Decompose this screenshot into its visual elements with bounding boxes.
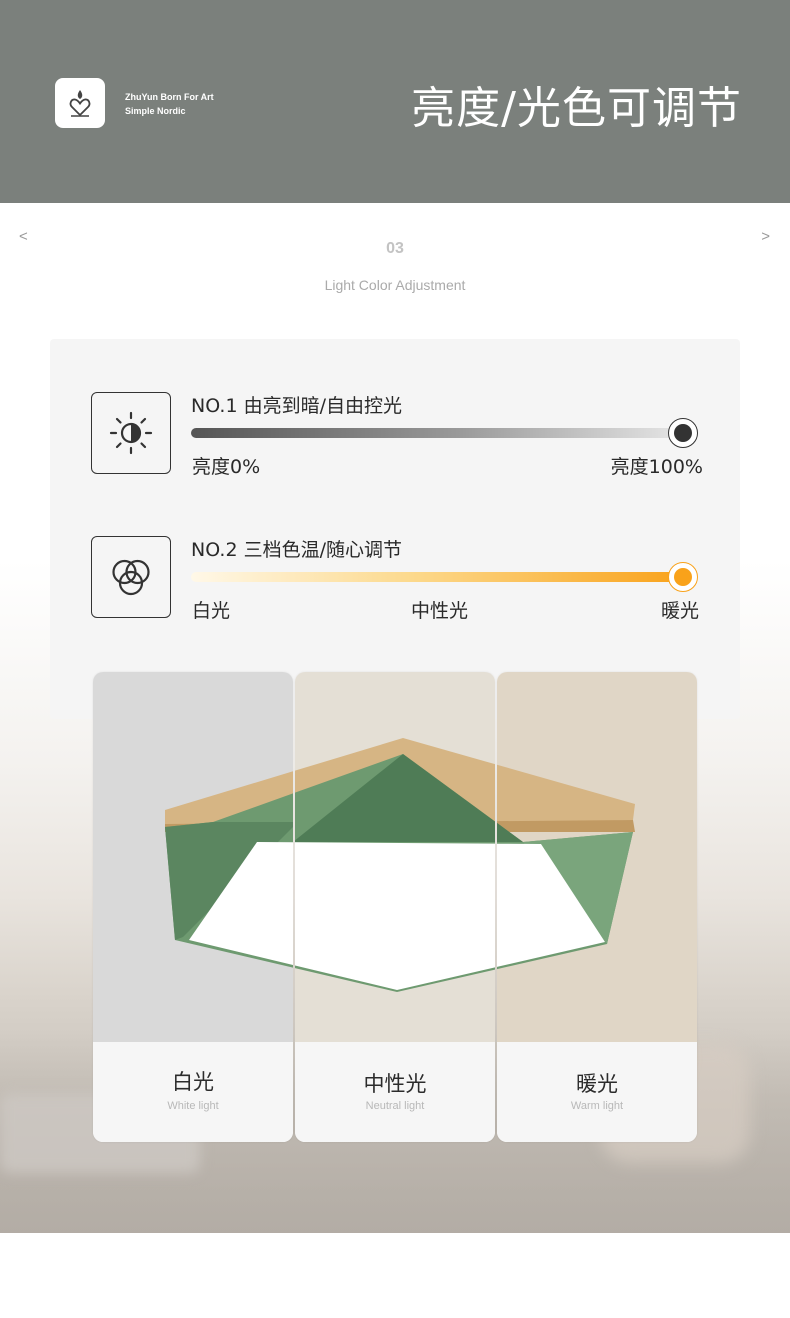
- warm-light-photo: [497, 672, 697, 1042]
- brightness-min-label: 亮度0%: [192, 456, 261, 478]
- brand-logo: [55, 78, 105, 128]
- warm-light-card[interactable]: 暖光 Warm light: [497, 672, 697, 1142]
- ceiling-lamp-image: [295, 738, 495, 992]
- color-temp-slider-knob[interactable]: [668, 562, 698, 592]
- brand-name: ZhuYun Born For Art Simple Nordic: [125, 90, 214, 118]
- white-light-card[interactable]: 白光 White light: [93, 672, 293, 1142]
- white-light-tick: 白光: [192, 600, 231, 622]
- brightness-slider-track[interactable]: [191, 428, 683, 438]
- sun-brightness-icon: [109, 411, 153, 455]
- page-title: 亮度/光色可调节: [411, 83, 742, 134]
- brightness-icon-box: [91, 392, 171, 474]
- brightness-knob-dot: [674, 424, 692, 442]
- section-subtitle: Light Color Adjustment: [324, 277, 466, 293]
- warm-light-subtitle: Warm light: [570, 1100, 624, 1112]
- ceiling-lamp-image: [165, 771, 293, 968]
- brand-line-1: ZhuYun Born For Art: [125, 92, 214, 102]
- color-circles-icon: [112, 559, 150, 596]
- brightness-label: NO.1 由亮到暗/自由控光: [191, 395, 402, 417]
- section-number: 03: [386, 240, 404, 257]
- flame-heart-icon: [69, 90, 91, 117]
- white-light-subtitle: White light: [167, 1100, 219, 1112]
- neutral-light-subtitle: Neutral light: [365, 1100, 425, 1112]
- warm-light-caption: 暖光 Warm light: [497, 1042, 697, 1142]
- neutral-light-tick: 中性光: [411, 600, 469, 622]
- white-light-caption: 白光 White light: [93, 1042, 293, 1142]
- white-light-title: 白光: [172, 1070, 214, 1094]
- color-temp-label: NO.2 三档色温/随心调节: [191, 539, 402, 561]
- neutral-light-photo: [295, 672, 495, 1042]
- header-banner: ZhuYun Born For Art Simple Nordic 亮度/光色可…: [0, 0, 790, 203]
- neutral-light-card[interactable]: 中性光 Neutral light: [295, 672, 495, 1142]
- ceiling-lamp-image: [497, 764, 635, 970]
- brand-line-2: Simple Nordic: [125, 106, 186, 116]
- color-temp-knob-dot: [674, 568, 692, 586]
- color-temp-icon-box: [91, 536, 171, 618]
- brightness-max-label: 亮度100%: [610, 456, 703, 478]
- control-panel: NO.1 由亮到暗/自由控光 亮度0% 亮度100% NO.2 三档色温/随心调…: [50, 339, 740, 719]
- neutral-light-title: 中性光: [363, 1072, 427, 1096]
- color-temp-slider-track[interactable]: [191, 572, 683, 582]
- warm-light-tick: 暖光: [660, 600, 699, 622]
- brightness-slider-knob[interactable]: [668, 418, 698, 448]
- white-light-photo: [93, 672, 293, 1042]
- warm-light-title: 暖光: [576, 1072, 618, 1096]
- neutral-light-caption: 中性光 Neutral light: [295, 1042, 495, 1142]
